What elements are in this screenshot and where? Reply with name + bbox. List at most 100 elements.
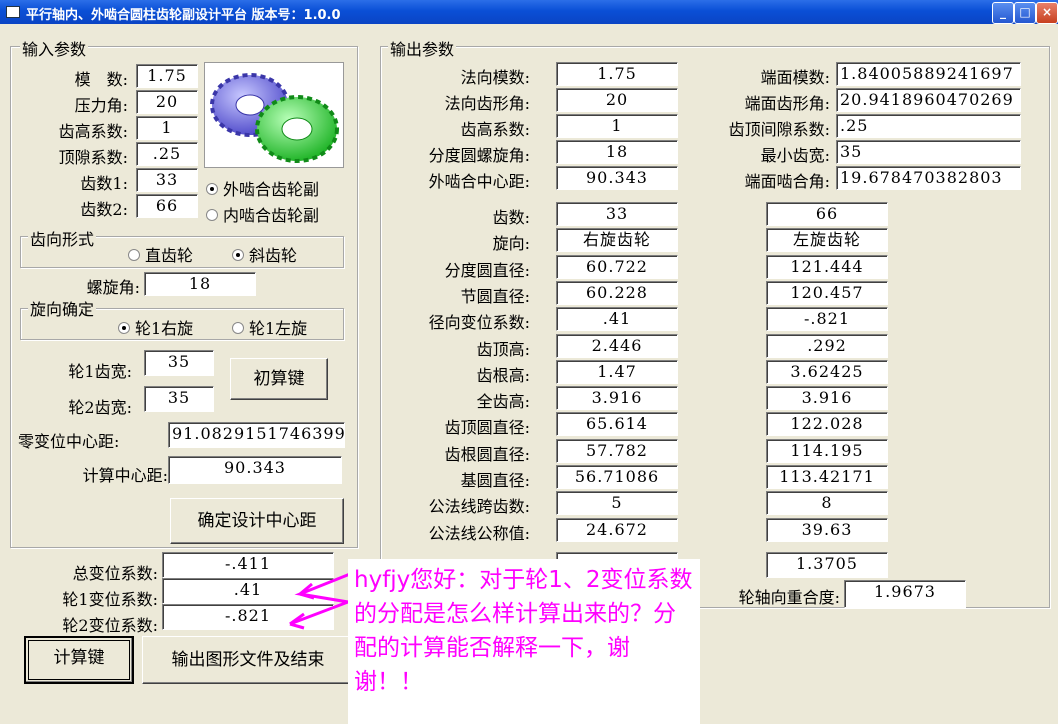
input-field-value[interactable]: 20 xyxy=(136,90,198,114)
output-param-label: 端面齿形角: xyxy=(744,94,830,113)
radio-dot-spur xyxy=(128,248,140,261)
calc-center-input[interactable]: 90.343 xyxy=(168,456,342,484)
gear2-shift-label: 轮2变位系数: xyxy=(62,616,158,635)
output-param-value: 18 xyxy=(556,140,678,164)
output-param-value: 35 xyxy=(836,140,1021,164)
output-param-label: 齿顶间隙系数: xyxy=(728,120,830,139)
external-mesh-label: 外啮合齿轮副 xyxy=(223,180,320,199)
minimize-button[interactable]: _ xyxy=(992,2,1014,24)
radio-internal-mesh[interactable]: 内啮合齿轮副 xyxy=(206,202,319,226)
input-field-value[interactable]: .25 xyxy=(136,142,198,166)
gear2-value: 121.444 xyxy=(766,254,888,279)
zero-shift-center-input[interactable]: 91.0829151746399 xyxy=(168,422,345,448)
gear-pair-icon xyxy=(210,73,339,163)
gear-row-label: 径向变位系数: xyxy=(428,313,530,333)
gear-row-label: 分度圆直径: xyxy=(444,260,530,280)
radio-helical-gear[interactable]: 斜齿轮 xyxy=(232,242,297,266)
gear1-value: 5 xyxy=(556,491,678,516)
close-icon: × xyxy=(1041,5,1053,19)
calc-button[interactable]: 计算键 xyxy=(24,636,134,684)
output-param-value: 90.343 xyxy=(556,166,678,190)
gear1-shift-label: 轮1变位系数: xyxy=(62,590,158,609)
output-param-label: 法向模数: xyxy=(460,68,530,87)
initial-calc-button[interactable]: 初算键 xyxy=(230,358,328,400)
gear1-value: 24.672 xyxy=(556,517,678,542)
output-param-label: 端面模数: xyxy=(760,68,830,87)
end-contact-ratio-output: 1.3705 xyxy=(766,552,888,578)
gear-row-label: 公法线公称值: xyxy=(428,523,530,543)
helix-direction-title: 旋向确定 xyxy=(28,296,97,320)
confirm-center-button[interactable]: 确定设计中心距 xyxy=(170,498,344,544)
radio-spur-gear[interactable]: 直齿轮 xyxy=(128,242,193,266)
client-area: 输入参数 模 数: 1.75 压力角: 20 齿高系数: 1 顶隙系数: .25 齿数1: 33 齿… xyxy=(0,24,1058,724)
helical-gear-label: 斜齿轮 xyxy=(249,246,298,265)
gear2-value: 113.42171 xyxy=(766,465,888,489)
input-params-title: 输入参数 xyxy=(20,36,89,60)
gear2-value: 左旋齿轮 xyxy=(766,228,888,253)
input-field-value[interactable]: 1.75 xyxy=(136,64,198,88)
output-param-value: .25 xyxy=(836,114,1021,138)
axial-overlap-output: 1.9673 xyxy=(844,580,966,608)
input-field-label: 齿数2: xyxy=(80,200,128,219)
output-params-title: 输出参数 xyxy=(388,36,457,60)
input-field-label: 齿数1: xyxy=(80,174,128,193)
gear1-value: 65.614 xyxy=(556,412,678,437)
close-button[interactable]: × xyxy=(1036,2,1058,24)
gear2-width-input[interactable]: 35 xyxy=(144,386,214,412)
input-field-value[interactable]: 33 xyxy=(136,168,198,192)
output-param-label: 端面啮合角: xyxy=(744,172,830,191)
gear-row-label: 齿顶高: xyxy=(476,339,530,359)
gear-row-label: 基圆直径: xyxy=(460,471,530,490)
output-param-value: 20.9418960470269 xyxy=(836,88,1021,112)
total-shift-label: 总变位系数: xyxy=(72,564,158,583)
gear-row-label: 齿顶圆直径: xyxy=(444,418,530,438)
gear1-value: 60.228 xyxy=(556,280,678,305)
spur-gear-label: 直齿轮 xyxy=(145,246,194,265)
gear-row-label: 齿根高: xyxy=(476,365,530,385)
radio-gear1-right[interactable]: 轮1右旋 xyxy=(118,315,193,339)
input-field-label: 齿高系数: xyxy=(58,122,128,141)
radio-dot-external xyxy=(206,182,218,195)
output-param-label: 分度圆螺旋角: xyxy=(428,146,530,165)
input-field-value[interactable]: 1 xyxy=(136,116,198,140)
helix-angle-label: 螺旋角: xyxy=(86,278,140,297)
gear1-value: .41 xyxy=(556,307,678,332)
maximize-button[interactable]: □ xyxy=(1014,2,1036,24)
gear2-width-label: 轮2齿宽: xyxy=(68,398,132,417)
gear1-left-label: 轮1左旋 xyxy=(249,319,308,338)
gear2-value: 3.62425 xyxy=(766,359,888,384)
input-field-label: 顶隙系数: xyxy=(58,148,128,167)
gear1-value: 1.47 xyxy=(556,359,678,384)
output-param-label: 齿高系数: xyxy=(460,120,530,139)
gear2-value: 8 xyxy=(766,491,888,516)
helix-angle-input[interactable]: 18 xyxy=(144,272,256,296)
gear-row-label: 公法线跨齿数: xyxy=(428,497,530,517)
input-field-value[interactable]: 66 xyxy=(136,194,198,218)
gear2-value: 3.916 xyxy=(766,386,888,411)
axial-overlap-label: 轮轴向重合度: xyxy=(738,588,840,607)
question-note: hyfjy您好：对于轮1、2变位系数的分配是怎么样计算出来的？分配的计算能否解释… xyxy=(348,559,700,724)
output-param-value: 1 xyxy=(556,114,678,138)
gear2-value: 120.457 xyxy=(766,280,888,305)
output-param-value: 20 xyxy=(556,88,678,112)
radio-external-mesh[interactable]: 外啮合齿轮副 xyxy=(206,176,319,200)
gear2-value: -.821 xyxy=(766,307,888,332)
gear2-value: 66 xyxy=(766,202,888,226)
gear-row-label: 齿根圆直径: xyxy=(444,444,530,464)
input-field-label: 模 数: xyxy=(74,70,128,89)
gear-row-label: 旋向: xyxy=(492,234,530,254)
gear1-value: 60.722 xyxy=(556,254,678,279)
gear1-width-input[interactable]: 35 xyxy=(144,350,214,376)
gear-row-label: 节圆直径: xyxy=(460,286,530,306)
gear-row-label: 全齿高: xyxy=(476,392,530,412)
annotation-arrows-icon xyxy=(289,572,354,630)
gear-row-label: 齿数: xyxy=(492,208,530,227)
gear2-value: 39.63 xyxy=(766,517,888,542)
gear2-value: .292 xyxy=(766,333,888,358)
radio-gear1-left[interactable]: 轮1左旋 xyxy=(232,315,307,339)
title-bar[interactable]: 平行轴内、外啮合圆柱齿轮副设计平台 版本号：1.0.0 _ □ × xyxy=(0,0,1058,24)
window-title: 平行轴内、外啮合圆柱齿轮副设计平台 版本号：1.0.0 xyxy=(26,8,341,23)
radio-dot-helical xyxy=(232,248,244,261)
radio-dot-left xyxy=(232,321,244,334)
gear1-width-label: 轮1齿宽: xyxy=(68,362,132,381)
